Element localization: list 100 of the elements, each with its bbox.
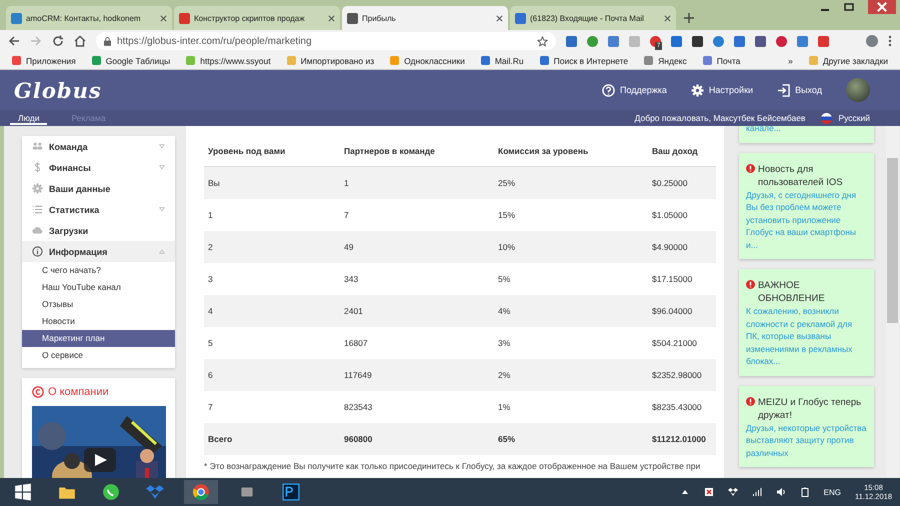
reload-icon[interactable] — [52, 35, 64, 47]
home-icon[interactable] — [74, 35, 86, 47]
submenu-item[interactable]: Отзывы — [22, 296, 175, 313]
box-icon[interactable] — [728, 487, 738, 497]
shield-icon[interactable] — [704, 487, 714, 497]
back-icon[interactable] — [8, 35, 20, 47]
submenu-item[interactable]: О сервисе — [22, 347, 175, 364]
table-cell: 3% — [494, 327, 648, 359]
bookmark[interactable]: Импортировано из — [286, 56, 374, 66]
signal-icon[interactable] — [752, 487, 762, 497]
star-icon[interactable] — [537, 36, 548, 46]
table-cell: $1.05000 — [648, 199, 716, 231]
table-cell: $11212.01000 — [648, 423, 716, 455]
browser-tab[interactable]: amoCRM: Контакты, hodkonem — [6, 6, 172, 30]
table-cell: 343 — [340, 263, 494, 295]
table-cell: Вы — [204, 166, 340, 199]
bookmark[interactable]: Приложения — [12, 56, 76, 66]
browser-tab[interactable]: Прибыль — [342, 6, 508, 30]
menu-icon[interactable] — [888, 35, 892, 47]
bookmark[interactable]: Google Таблицы — [92, 56, 170, 66]
caret-icon — [159, 165, 165, 170]
alert-icon — [746, 280, 755, 289]
news-text: канале... — [746, 126, 782, 134]
maximize-icon[interactable] — [844, 2, 854, 12]
news-card[interactable]: ВАЖНОЕ ОБНОВЛЕНИЕ К сожалению, возникли сложности с рекламой для ПК, которые вызваны изменениями в рекламных блоках... — [739, 269, 874, 376]
table-cell: 7 — [204, 391, 340, 423]
table-cell: 49 — [340, 231, 494, 263]
close-icon[interactable] — [160, 14, 167, 22]
bookmark[interactable]: Другие закладки — [808, 56, 888, 66]
lock-icon — [104, 36, 111, 46]
news-card[interactable]: MEIZU и Глобус теперь дружат! Друзья, некоторые устройства выставляют защиту против различных — [739, 386, 874, 467]
table-cell: 16807 — [340, 327, 494, 359]
logo[interactable]: Globus — [14, 78, 102, 102]
caret-icon — [159, 144, 165, 149]
news-card[interactable]: Новость для пользователей IOS Друзья, с сегодняшнего дня Вы без проблем можете установить приложение Глобус на ваши смартфоны и... — [739, 152, 874, 259]
alert-icon — [746, 164, 755, 172]
browser-tab[interactable]: Конструктор скриптов продаж — [174, 6, 340, 30]
table-cell: 1 — [340, 166, 494, 199]
volume-icon[interactable] — [776, 487, 786, 497]
table-cell: $96.04000 — [648, 295, 716, 327]
table-cell: 5% — [494, 263, 648, 295]
keyboard-language[interactable]: ENG — [824, 488, 842, 496]
menu-item[interactable]: Команда — [22, 136, 175, 157]
menu-item[interactable]: Загрузки — [22, 220, 175, 241]
browser-icon[interactable] — [184, 480, 218, 504]
table-cell: 117649 — [340, 359, 494, 391]
table-cell: 7 — [340, 199, 494, 231]
table-cell: 1% — [494, 391, 648, 423]
menu-item[interactable]: Статистика — [22, 199, 175, 220]
address-bar[interactable]: https://globus-inter.com/ru/people/marketing — [96, 32, 556, 50]
close-icon[interactable] — [328, 14, 335, 22]
settings-icon — [690, 84, 704, 96]
new-tab-icon[interactable] — [684, 13, 694, 23]
browser-tab[interactable]: (61823) Входящие - Почта Mail — [510, 6, 676, 30]
close-icon[interactable] — [496, 14, 503, 22]
table-cell: 15% — [494, 199, 648, 231]
table-cell: $504.21000 — [648, 327, 716, 359]
table-cell: 6 — [204, 359, 340, 391]
copyright-icon — [32, 386, 44, 398]
caret-icon — [159, 207, 165, 212]
about-title: О компании — [48, 386, 109, 398]
bookmark[interactable]: Яндекс — [644, 56, 687, 66]
table-cell: $8235.43000 — [648, 391, 716, 423]
favicon-icon — [179, 12, 190, 24]
flag-icon — [821, 112, 832, 124]
table-cell: 4% — [494, 295, 648, 327]
table-cell: Всего — [204, 423, 340, 455]
favicon-icon — [11, 12, 22, 24]
table-cell: 2401 — [340, 295, 494, 327]
bookmark[interactable]: Mail.Ru — [480, 56, 524, 66]
welcome-text: Добро пожаловать, Максутбек Бейсембаев — [634, 113, 806, 123]
header-link[interactable]: Выход — [777, 84, 822, 96]
bookmark[interactable]: https://www.ssyout — [186, 56, 271, 66]
table-cell: 5 — [204, 327, 340, 359]
header-link[interactable]: Настройки — [690, 84, 754, 96]
menu-item[interactable]: Информация — [22, 241, 175, 262]
avatar-icon[interactable] — [866, 35, 878, 47]
language-selector[interactable]: Русский — [838, 113, 870, 123]
submenu-item[interactable]: Новости — [22, 313, 175, 330]
table-cell: 2 — [204, 231, 340, 263]
submenu-item[interactable]: С чего начать? — [22, 262, 175, 279]
menu-item[interactable]: Ваши данные — [22, 178, 175, 199]
close-icon[interactable] — [664, 14, 671, 22]
submenu-item[interactable]: Маркетинг план — [22, 330, 175, 347]
header-link[interactable]: Поддержка — [602, 84, 667, 96]
table-cell: $4.90000 — [648, 231, 716, 263]
submenu-item[interactable]: Наш YouTube канал — [22, 279, 175, 296]
bookmark[interactable]: Почта — [702, 56, 740, 66]
news-title: MEIZU и Глобус теперь дружат! — [758, 396, 862, 422]
bookmark[interactable]: Одноклассники — [390, 56, 465, 66]
table-cell: 2% — [494, 359, 648, 391]
bookmark[interactable]: Поиск в Интернете — [540, 56, 628, 66]
close-window-icon[interactable] — [868, 0, 896, 14]
battery-icon[interactable] — [800, 487, 810, 497]
scrollbar[interactable] — [886, 126, 899, 478]
news-text: К сожалению, возникли сложности с рекламой для ПК, которые вызваны изменениями в рекламных блоках... — [746, 305, 854, 368]
menu-item[interactable]: Финансы — [22, 157, 175, 178]
more-bookmarks[interactable]: » — [788, 56, 793, 66]
avatar-icon[interactable] — [846, 78, 870, 102]
help-icon — [602, 84, 615, 96]
